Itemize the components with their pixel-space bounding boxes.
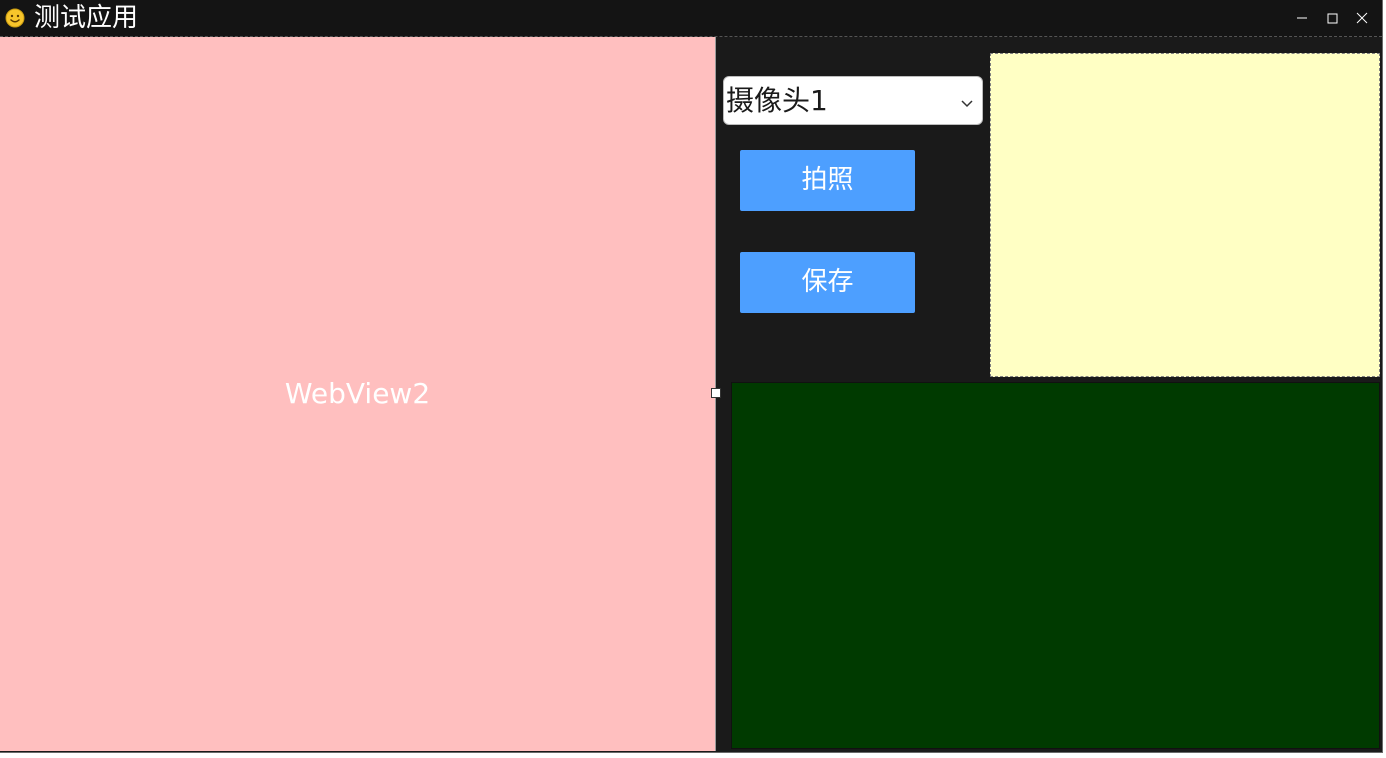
splitter-handle[interactable] (711, 388, 721, 398)
camera-select-value: 摄像头1 (726, 84, 828, 117)
save-button[interactable]: 保存 (740, 252, 915, 313)
capture-button[interactable]: 拍照 (740, 150, 915, 211)
minimize-button[interactable] (1289, 6, 1315, 30)
close-icon (1356, 12, 1368, 24)
chevron-down-icon (960, 94, 974, 113)
camera-select[interactable]: 摄像头1 (723, 76, 983, 125)
camera-video-panel (731, 382, 1380, 749)
window-title: 测试应用 (34, 3, 139, 33)
maximize-icon (1327, 13, 1338, 24)
close-button[interactable] (1349, 6, 1375, 30)
webview2-pane[interactable]: WebView2 (0, 37, 716, 751)
webview2-label: WebView2 (284, 377, 431, 410)
minimize-icon (1297, 17, 1307, 19)
app-window: 测试应用 WebView2 摄像头1 拍照 保存 (0, 0, 1383, 753)
snapshot-preview-panel (990, 53, 1380, 377)
smiley-icon (5, 8, 25, 28)
title-bar[interactable]: 测试应用 (0, 0, 1382, 37)
maximize-button[interactable] (1319, 6, 1345, 30)
